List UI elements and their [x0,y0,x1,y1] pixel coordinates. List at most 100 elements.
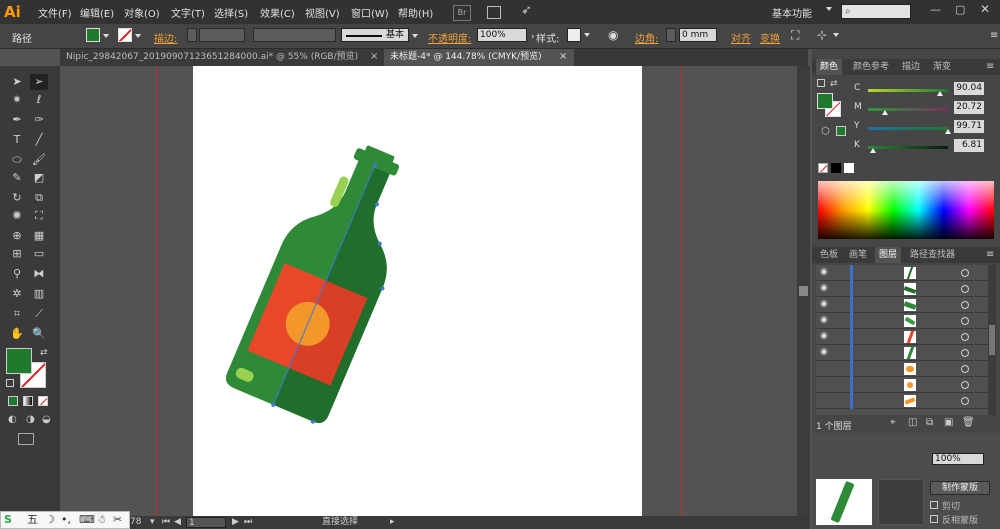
target-icon[interactable] [961,365,969,373]
line-tool[interactable]: ╱ [30,132,48,148]
delete-icon[interactable]: 🗑 [962,417,975,428]
workspace-switcher[interactable]: 基本功能 [772,5,812,20]
target-icon[interactable] [961,333,969,341]
magenta-value-input[interactable]: 20.72 [954,101,984,114]
fill-swatch[interactable] [86,28,100,42]
color-spectrum[interactable] [818,181,994,239]
align-link[interactable]: 对齐 [731,30,751,45]
draw-normal-icon[interactable]: ◐ [8,414,17,425]
chevron-down-icon[interactable] [584,33,590,37]
chevron-down-icon[interactable] [103,34,109,38]
direct-selection-tool[interactable]: ➢ [30,74,48,90]
eye-icon[interactable]: ◉ [820,268,830,277]
panel-menu-icon[interactable]: ≡ [986,61,994,72]
menu-effect[interactable]: 效果(C) [260,5,295,20]
ellipse-tool[interactable]: ⬭ [8,152,26,168]
scroll-thumb[interactable] [799,286,808,296]
lasso-tool[interactable]: ℓ [30,92,48,108]
new-layer-icon[interactable]: ▣ [944,417,953,428]
magenta-slider-track[interactable] [868,108,948,111]
punctuation-icon[interactable]: •, [61,512,71,528]
layers-scrollbar[interactable] [988,265,996,415]
perspective-grid-tool[interactable]: ▦ [30,228,48,244]
pen-tool[interactable]: ✒ [8,112,26,128]
tab-document-nipic[interactable]: Nipic_29842067_20190907123651284000.ai* … [60,49,378,66]
rotate-tool[interactable]: ↻ [8,190,26,206]
isolate-object-icon[interactable]: ⛶ [791,28,799,43]
paintbrush-tool[interactable]: 🖌 [30,152,48,168]
none-swatch[interactable] [818,163,828,173]
tab-brushes[interactable]: 画笔 [845,247,871,263]
clipping-mask-icon[interactable]: ◫ [908,417,917,428]
default-colors-icon[interactable] [6,379,14,387]
black-swatch[interactable] [831,163,841,173]
minimize-icon[interactable]: — [930,3,941,16]
menu-object[interactable]: 对象(O) [124,5,160,20]
cyan-value-input[interactable]: 90.04 [954,82,984,95]
scroll-thumb[interactable] [989,325,995,355]
graphic-style-swatch[interactable] [567,28,581,42]
stroke-label[interactable]: 描边: [154,30,177,45]
target-icon[interactable] [961,285,969,293]
white-swatch[interactable] [844,163,854,173]
screen-mode-icon[interactable] [18,433,34,445]
stroke-weight-stepper[interactable] [187,28,197,42]
mesh-tool[interactable]: ⊞ [8,246,26,262]
new-sublayer-icon[interactable]: ⧉ [926,417,933,428]
eye-icon[interactable]: ◉ [820,300,830,309]
tab-swatches[interactable]: 色板 [816,247,842,263]
cyan-slider-thumb[interactable] [937,91,944,96]
draw-inside-icon[interactable]: ◒ [42,414,51,425]
transform-link[interactable]: 变换 [760,30,780,45]
clip-checkbox[interactable] [930,501,938,509]
tab-layers[interactable]: 图层 [875,247,902,263]
ime-mode-label[interactable]: 五 [27,512,38,528]
recolor-artwork-icon[interactable]: ◉ [608,28,618,42]
chevron-down-icon[interactable] [833,33,839,37]
pencil-tool[interactable]: ✎ [8,170,26,186]
chevron-down-icon[interactable] [412,34,418,38]
close-icon[interactable]: ✕ [980,2,990,16]
eye-icon[interactable]: ◉ [820,316,830,325]
tab-stroke[interactable]: 描边 [898,59,924,75]
symbol-sprayer-tool[interactable]: ✲ [8,286,26,302]
close-icon[interactable]: × [370,51,378,62]
target-icon[interactable] [961,381,969,389]
type-tool[interactable]: T [8,132,26,148]
eye-icon[interactable]: ◉ [820,348,830,357]
artboard-tool[interactable]: ⌗ [8,306,26,322]
menu-type[interactable]: 文字(T) [171,5,205,20]
search-input[interactable]: ⌕ [841,4,911,19]
layer-row[interactable]: ◉ [816,281,996,297]
last-artboard-icon[interactable]: ⏭ [244,516,252,529]
eye-icon[interactable]: ◉ [820,332,830,341]
warp-tool[interactable]: ✺ [8,208,26,224]
skin-icon[interactable]: ☃ [97,512,107,528]
yellow-value-input[interactable]: 99.71 [954,120,984,133]
target-icon[interactable] [961,397,969,405]
slice-tool[interactable]: ⟋ [30,306,48,322]
layer-row[interactable]: ◉ [816,265,996,281]
zoom-tool[interactable]: 🔍 [30,326,48,342]
menu-edit[interactable]: 编辑(E) [80,5,114,20]
layer-row[interactable] [816,393,996,409]
eraser-tool[interactable]: ◩ [30,170,48,186]
menu-window[interactable]: 窗口(W) [351,5,389,20]
invert-mask-checkbox[interactable] [930,515,938,523]
chevron-down-icon[interactable] [135,34,141,38]
yellow-slider-track[interactable] [868,127,948,130]
chevron-down-icon[interactable]: ▾ [150,516,155,529]
curvature-tool[interactable]: ✑ [30,112,48,128]
target-icon[interactable] [961,301,969,309]
gradient-mode-icon[interactable] [23,396,33,406]
corner-radius-input[interactable]: 0 mm [679,28,717,42]
transparency-opacity-input[interactable]: 100% [932,453,984,465]
stroke-swatch[interactable] [118,28,132,42]
brush-definition-select[interactable]: 基本 [341,28,409,42]
shape-builder-tool[interactable]: ⊕ [8,228,26,244]
maximize-icon[interactable]: ▢ [955,3,965,16]
vertical-scrollbar[interactable] [797,66,810,516]
layer-row[interactable]: ◉ [816,329,996,345]
column-graph-tool[interactable]: ▥ [30,286,48,302]
gradient-tool[interactable]: ▭ [30,246,48,262]
